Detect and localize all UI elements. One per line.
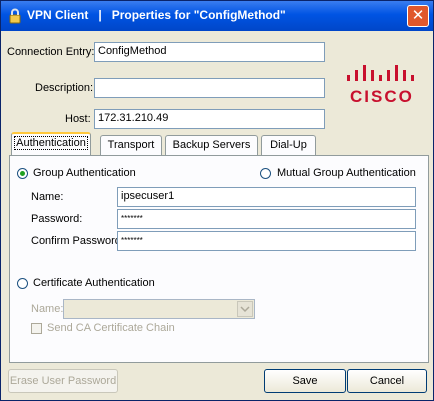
password-field[interactable]: ******* [117, 209, 416, 229]
cisco-logo: CISCO [350, 87, 414, 106]
description-field[interactable] [94, 78, 325, 98]
padlock-icon [9, 8, 21, 24]
save-button[interactable]: Save [264, 369, 346, 393]
name-field[interactable]: ipsecuser1 [117, 187, 416, 207]
tab-backup-servers[interactable]: Backup Servers [165, 135, 258, 155]
mutual-group-auth-radio[interactable] [260, 168, 271, 179]
mutual-group-auth-label: Mutual Group Authentication [277, 167, 416, 179]
certificate-auth-label: Certificate Authentication [33, 277, 155, 289]
name-label: Name: [31, 191, 64, 203]
window-title: VPN Client | Properties for "ConfigMetho… [27, 8, 286, 22]
certificate-name-dropdown[interactable] [63, 299, 255, 319]
group-auth-radio[interactable] [17, 168, 28, 179]
properties-dialog: VPN Client | Properties for "ConfigMetho… [0, 0, 434, 401]
tab-authentication[interactable]: Authentication [11, 132, 91, 156]
tab-dial-up[interactable]: Dial-Up [261, 135, 316, 155]
confirm-password-label: Confirm Password: [31, 235, 124, 247]
send-ca-chain-label: Send CA Certificate Chain [47, 322, 175, 334]
send-ca-chain-checkbox[interactable] [31, 323, 42, 334]
password-label: Password: [31, 213, 83, 225]
host-label: Host: [65, 113, 91, 125]
cisco-logo-bars-icon [347, 65, 414, 81]
title-bar[interactable]: VPN Client | Properties for "ConfigMetho… [1, 1, 433, 31]
confirm-password-field[interactable]: ******* [117, 231, 416, 251]
close-icon: ✕ [411, 6, 425, 24]
certificate-name-label: Name: [31, 303, 64, 315]
connection-entry-field[interactable]: ConfigMethod [94, 42, 325, 62]
certificate-auth-radio[interactable] [17, 278, 28, 289]
close-button[interactable]: ✕ [407, 5, 429, 27]
group-auth-label: Group Authentication [33, 167, 136, 179]
cancel-button[interactable]: Cancel [347, 369, 427, 393]
connection-entry-label: Connection Entry: [7, 46, 95, 58]
chevron-down-icon[interactable] [237, 301, 253, 317]
host-field[interactable]: 172.31.210.49 [94, 109, 325, 129]
erase-user-password-button[interactable]: Erase User Password [8, 369, 118, 393]
tab-transport[interactable]: Transport [100, 135, 162, 155]
description-label: Description: [35, 82, 94, 94]
